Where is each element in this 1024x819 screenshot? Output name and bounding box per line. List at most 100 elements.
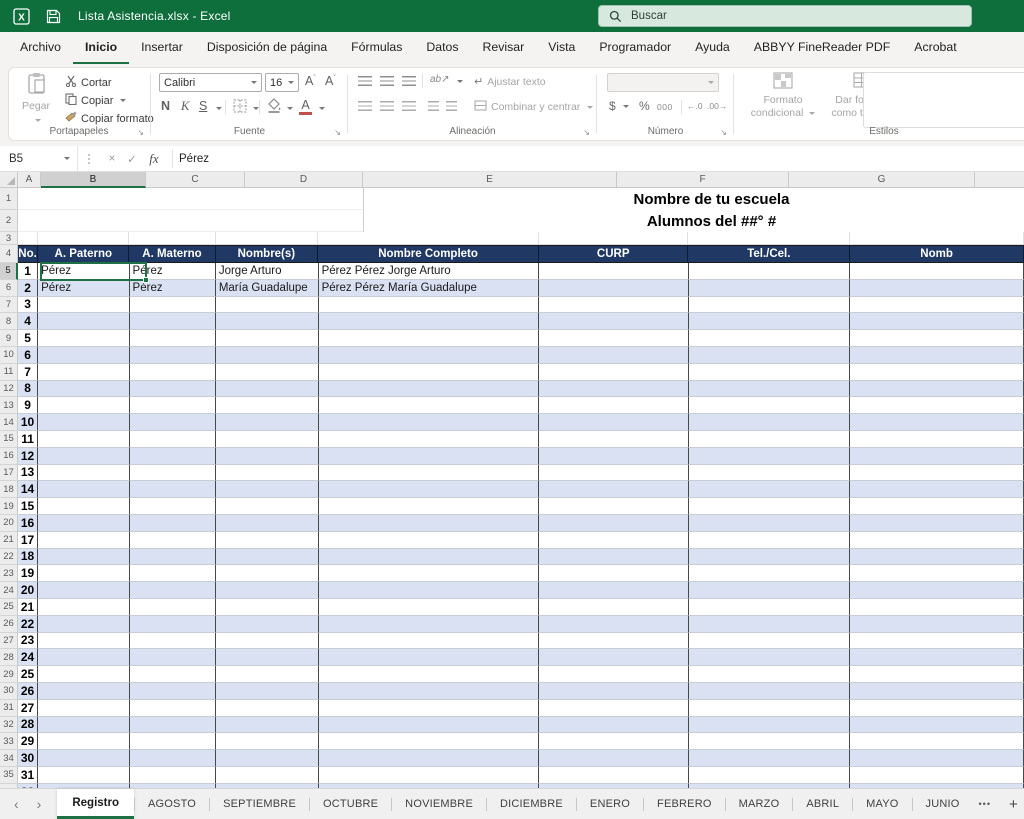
cell[interactable] xyxy=(689,280,851,297)
row-header-20[interactable]: 20 xyxy=(0,515,18,532)
cell[interactable]: Pérez xyxy=(38,280,129,297)
cell[interactable] xyxy=(130,330,216,347)
cell[interactable] xyxy=(539,448,689,465)
cell[interactable] xyxy=(38,481,129,498)
cell[interactable] xyxy=(319,515,540,532)
increase-decimal-icon[interactable]: ←.0 xyxy=(687,101,703,111)
row-header-14[interactable]: 14 xyxy=(0,414,18,431)
cell[interactable] xyxy=(130,649,216,666)
cell[interactable] xyxy=(38,717,129,734)
cell[interactable]: 31 xyxy=(18,767,38,784)
cell[interactable]: 6 xyxy=(18,347,38,364)
cell[interactable] xyxy=(130,666,216,683)
cell[interactable]: 1 xyxy=(18,263,38,280)
table-header-cell[interactable]: CURP xyxy=(539,246,689,262)
cell[interactable]: 3 xyxy=(18,297,38,314)
bold-button[interactable]: N xyxy=(161,99,170,113)
cell[interactable] xyxy=(539,767,689,784)
cell[interactable]: 25 xyxy=(18,666,38,683)
cell[interactable] xyxy=(539,515,689,532)
cell[interactable] xyxy=(850,297,1024,314)
number-dialog-launcher-icon[interactable]: ↘ xyxy=(720,129,727,137)
cell[interactable] xyxy=(319,347,540,364)
row-header-33[interactable]: 33 xyxy=(0,733,18,750)
table-header-cell[interactable]: Nombre(s) xyxy=(216,246,319,262)
menu-tab-insertar[interactable]: Insertar xyxy=(129,32,195,64)
row-header-10[interactable]: 10 xyxy=(0,347,18,364)
cell[interactable] xyxy=(38,330,129,347)
cell[interactable] xyxy=(689,263,851,280)
cell[interactable] xyxy=(38,666,129,683)
cell[interactable] xyxy=(216,397,319,414)
cell[interactable] xyxy=(216,347,319,364)
cell[interactable]: Jorge Arturo xyxy=(216,263,319,280)
cell[interactable] xyxy=(689,565,851,582)
cell[interactable] xyxy=(216,364,319,381)
row-header-9[interactable]: 9 xyxy=(0,330,18,347)
sheet-tab-mayo[interactable]: MAYO xyxy=(853,789,911,819)
cell[interactable] xyxy=(319,649,540,666)
title-row-1[interactable]: Nombre de tu escuela xyxy=(18,188,1024,210)
cell[interactable]: Pérez Pérez María Guadalupe xyxy=(319,280,540,297)
cell[interactable] xyxy=(688,232,850,245)
cell[interactable] xyxy=(216,649,319,666)
cell[interactable] xyxy=(319,733,540,750)
row-header-18[interactable]: 18 xyxy=(0,481,18,498)
cancel-icon[interactable]: × xyxy=(102,153,122,165)
cut-button[interactable]: Cortar xyxy=(65,75,112,90)
cell[interactable] xyxy=(38,232,129,245)
cell[interactable]: 8 xyxy=(18,381,38,398)
cell[interactable] xyxy=(539,481,689,498)
cell[interactable] xyxy=(38,549,129,566)
row-header-2[interactable]: 2 xyxy=(0,210,18,232)
cell[interactable] xyxy=(539,297,689,314)
cell[interactable] xyxy=(319,481,540,498)
sheet-tab-febrero[interactable]: FEBRERO xyxy=(644,789,725,819)
cell[interactable] xyxy=(130,448,216,465)
cell[interactable] xyxy=(130,700,216,717)
cell[interactable] xyxy=(850,767,1024,784)
cell[interactable] xyxy=(689,582,851,599)
add-sheet-button[interactable]: + xyxy=(1009,796,1018,813)
cell[interactable] xyxy=(319,330,540,347)
cell[interactable] xyxy=(850,431,1024,448)
merge-center-button[interactable]: Combinar y centrar xyxy=(474,100,593,114)
cell[interactable] xyxy=(539,717,689,734)
thousands-button[interactable]: 000 xyxy=(657,102,673,112)
cell[interactable] xyxy=(130,532,216,549)
number-format-combo[interactable] xyxy=(607,73,719,92)
cell[interactable] xyxy=(850,347,1024,364)
cell[interactable] xyxy=(319,717,540,734)
align-center-icon[interactable] xyxy=(380,101,394,111)
align-middle-icon[interactable] xyxy=(380,76,394,86)
underline-button[interactable]: S xyxy=(199,99,207,113)
font-dialog-launcher-icon[interactable]: ↘ xyxy=(334,129,341,137)
cell[interactable] xyxy=(130,347,216,364)
fill-color-icon[interactable] xyxy=(267,98,282,118)
table-header-cell[interactable]: Nombre Completo xyxy=(318,246,539,262)
cell[interactable] xyxy=(850,616,1024,633)
table-header-cell[interactable]: Tel./Cel. xyxy=(688,246,850,262)
cell[interactable] xyxy=(130,717,216,734)
cell[interactable]: 22 xyxy=(18,616,38,633)
school-subtitle[interactable]: Alumnos del ##° # xyxy=(363,210,1024,232)
menu-tab-archivo[interactable]: Archivo xyxy=(8,32,73,64)
cell[interactable] xyxy=(850,313,1024,330)
cell[interactable] xyxy=(850,666,1024,683)
cell[interactable] xyxy=(689,683,851,700)
cell[interactable] xyxy=(539,750,689,767)
wrap-text-button[interactable]: ↵ Ajustar texto xyxy=(474,75,546,88)
cell[interactable] xyxy=(689,330,851,347)
enter-icon[interactable]: ✓ xyxy=(122,152,142,166)
alignment-dialog-launcher-icon[interactable]: ↘ xyxy=(583,129,590,137)
sheet-tab-octubre[interactable]: OCTUBRE xyxy=(310,789,391,819)
cell[interactable] xyxy=(539,381,689,398)
spacer-row[interactable] xyxy=(18,232,1024,245)
cell[interactable] xyxy=(129,232,215,245)
cell[interactable] xyxy=(130,498,216,515)
row-header-23[interactable]: 23 xyxy=(0,565,18,582)
clipboard-dialog-launcher-icon[interactable]: ↘ xyxy=(137,129,144,137)
cell[interactable] xyxy=(130,481,216,498)
cell[interactable] xyxy=(319,532,540,549)
cell[interactable] xyxy=(539,232,689,245)
